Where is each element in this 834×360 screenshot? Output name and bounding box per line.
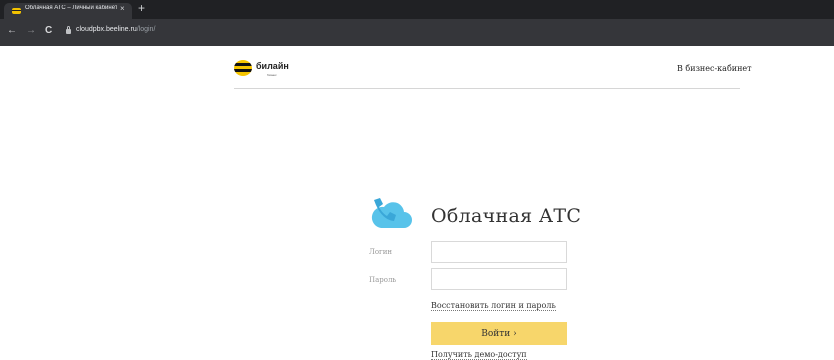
password-label: Пароль — [369, 276, 397, 284]
address-bar[interactable]: cloudpbx.beeline.ru/login/ — [76, 26, 155, 33]
url-path: /login/ — [136, 26, 156, 33]
browser-toolbar: ← → C cloudpbx.beeline.ru/login/ — [0, 19, 834, 46]
business-cabinet-link[interactable]: В бизнес-кабинет — [677, 64, 752, 73]
tab-title: Облачная АТС – Личный кабинет — [25, 5, 117, 11]
beeline-favicon-icon — [12, 8, 21, 14]
login-input[interactable] — [431, 241, 567, 263]
brand-logo-text[interactable]: билайн — [256, 61, 289, 71]
back-arrow-icon[interactable]: ← — [7, 25, 17, 37]
demo-access-link[interactable]: Получить демо-доступ — [431, 350, 527, 360]
beeline-logo-icon[interactable] — [234, 60, 252, 76]
new-tab-icon[interactable]: + — [138, 1, 145, 15]
brand-subtitle: бизнес — [267, 73, 277, 77]
header-divider — [234, 88, 740, 89]
close-tab-icon[interactable]: × — [120, 4, 125, 14]
forward-arrow-icon[interactable]: → — [26, 25, 36, 37]
login-button[interactable]: Войти › — [431, 322, 567, 345]
cloud-phone-icon — [371, 198, 412, 228]
login-label: Логин — [369, 248, 393, 256]
url-host: cloudpbx.beeline.ru — [76, 26, 137, 33]
browser-tab-strip: Облачная АТС – Личный кабинет × + — [0, 0, 834, 19]
reload-icon[interactable]: C — [45, 25, 52, 37]
browser-tab[interactable]: Облачная АТС – Личный кабинет × — [4, 3, 132, 19]
restore-credentials-link[interactable]: Восстановить логин и пароль — [431, 301, 556, 311]
lock-icon — [66, 26, 71, 34]
password-input[interactable] — [431, 268, 567, 290]
product-title: Облачная АТС — [431, 205, 582, 227]
